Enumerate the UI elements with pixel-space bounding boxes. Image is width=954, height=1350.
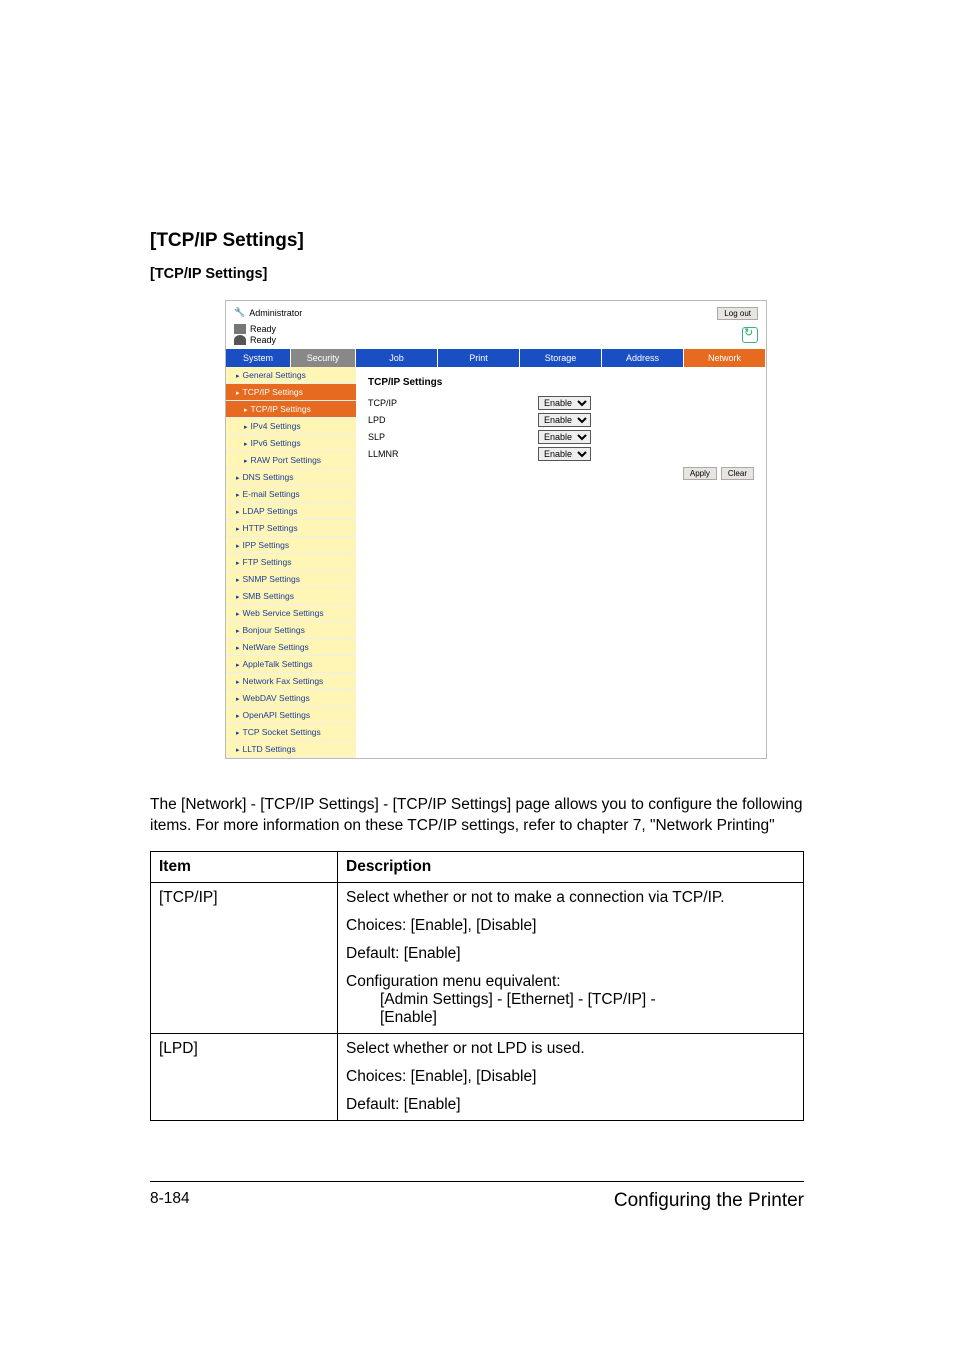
field-select[interactable]: Enable: [538, 396, 591, 410]
field-label: TCP/IP: [368, 398, 538, 408]
cell-item: [LPD]: [151, 1033, 338, 1120]
table-row: [LPD] Select whether or not LPD is used.…: [151, 1033, 804, 1120]
nav-item[interactable]: TCP/IP Settings: [226, 401, 356, 418]
admin-mode-label: 🔧 Administrator: [234, 307, 302, 318]
nav-item[interactable]: IPv6 Settings: [226, 435, 356, 452]
desc-line: Default: [Enable]: [346, 945, 795, 963]
nav-item[interactable]: SMB Settings: [226, 588, 356, 605]
nav-item[interactable]: Bonjour Settings: [226, 622, 356, 639]
clear-button[interactable]: Clear: [721, 467, 754, 480]
nav-item[interactable]: TCP Socket Settings: [226, 724, 356, 741]
tab-print[interactable]: Print: [438, 349, 520, 367]
toner-icon: [234, 335, 246, 345]
field-select[interactable]: Enable: [538, 430, 591, 444]
apply-button[interactable]: Apply: [683, 467, 717, 480]
tab-security[interactable]: Security: [291, 349, 356, 367]
side-navigation: General SettingsTCP/IP SettingsTCP/IP Se…: [226, 367, 356, 758]
nav-item[interactable]: WebDAV Settings: [226, 690, 356, 707]
table-row: [TCP/IP] Select whether or not to make a…: [151, 882, 804, 1033]
status-text-1: Ready: [250, 324, 276, 334]
section-heading: [TCP/IP Settings]: [150, 230, 804, 252]
status-ready-printer: Ready: [234, 324, 276, 334]
content-title: TCP/IP Settings: [368, 377, 754, 388]
desc-line: Configuration menu equivalent: [Admin Se…: [346, 973, 795, 1027]
description-table: Item Description [TCP/IP] Select whether…: [150, 851, 804, 1121]
nav-item[interactable]: AppleTalk Settings: [226, 656, 356, 673]
field-row: LPDEnable: [368, 413, 754, 427]
nav-item[interactable]: Network Fax Settings: [226, 673, 356, 690]
cell-description: Select whether or not LPD is used. Choic…: [338, 1033, 804, 1120]
page-number: 8-184: [150, 1190, 190, 1212]
nav-item[interactable]: DNS Settings: [226, 469, 356, 486]
admin-text: Administrator: [249, 308, 302, 318]
nav-item[interactable]: General Settings: [226, 367, 356, 384]
field-select[interactable]: Enable: [538, 447, 591, 461]
nav-item[interactable]: RAW Port Settings: [226, 452, 356, 469]
tab-network[interactable]: Network: [684, 349, 766, 367]
nav-item[interactable]: NetWare Settings: [226, 639, 356, 656]
nav-item[interactable]: TCP/IP Settings: [226, 384, 356, 401]
embedded-app-screenshot: 🔧 Administrator Log out Ready Ready Syst…: [225, 300, 767, 759]
nav-item[interactable]: IPP Settings: [226, 537, 356, 554]
field-label: LLMNR: [368, 449, 538, 459]
desc-line: Choices: [Enable], [Disable]: [346, 917, 795, 935]
nav-item[interactable]: IPv4 Settings: [226, 418, 356, 435]
desc-line: Select whether or not LPD is used.: [346, 1040, 795, 1058]
admin-icon: 🔧: [234, 307, 245, 318]
cell-item: [TCP/IP]: [151, 882, 338, 1033]
desc-line: Choices: [Enable], [Disable]: [346, 1068, 795, 1086]
printer-icon: [234, 324, 246, 334]
nav-item[interactable]: E-mail Settings: [226, 486, 356, 503]
nav-item[interactable]: OpenAPI Settings: [226, 707, 356, 724]
status-text-2: Ready: [250, 335, 276, 345]
field-row: TCP/IPEnable: [368, 396, 754, 410]
nav-item[interactable]: Web Service Settings: [226, 605, 356, 622]
tab-system[interactable]: System: [226, 349, 291, 367]
sub-heading: [TCP/IP Settings]: [150, 266, 804, 282]
nav-item[interactable]: LLTD Settings: [226, 741, 356, 758]
footer-title: Configuring the Printer: [614, 1190, 804, 1212]
field-row: SLPEnable: [368, 430, 754, 444]
intro-paragraph: The [Network] - [TCP/IP Settings] - [TCP…: [150, 795, 804, 837]
field-select[interactable]: Enable: [538, 413, 591, 427]
th-item: Item: [151, 851, 338, 882]
field-label: LPD: [368, 415, 538, 425]
nav-item[interactable]: FTP Settings: [226, 554, 356, 571]
desc-line: Select whether or not to make a connecti…: [346, 889, 795, 907]
status-ready-toner: Ready: [234, 335, 276, 345]
field-label: SLP: [368, 432, 538, 442]
th-description: Description: [338, 851, 804, 882]
nav-item[interactable]: HTTP Settings: [226, 520, 356, 537]
nav-item[interactable]: SNMP Settings: [226, 571, 356, 588]
refresh-icon[interactable]: [742, 327, 758, 343]
logout-button[interactable]: Log out: [717, 307, 758, 320]
desc-line: Default: [Enable]: [346, 1096, 795, 1114]
tab-storage[interactable]: Storage: [520, 349, 602, 367]
tab-job[interactable]: Job: [356, 349, 438, 367]
page-footer: 8-184 Configuring the Printer: [150, 1181, 804, 1212]
nav-item[interactable]: LDAP Settings: [226, 503, 356, 520]
field-row: LLMNREnable: [368, 447, 754, 461]
tab-address[interactable]: Address: [602, 349, 684, 367]
cell-description: Select whether or not to make a connecti…: [338, 882, 804, 1033]
content-area: TCP/IP Settings TCP/IPEnableLPDEnableSLP…: [356, 367, 766, 758]
